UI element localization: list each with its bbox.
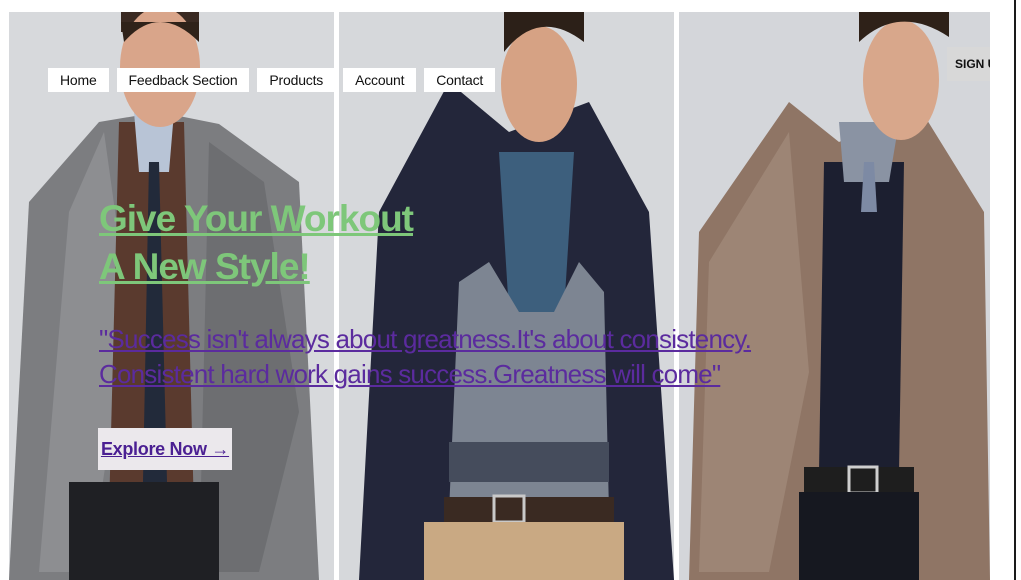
hero-photo-grey-coat [9,12,334,580]
explore-now-button[interactable]: Explore Now → [98,428,232,470]
hero-photo-navy-coat [339,12,674,580]
nav-contact[interactable]: Contact [424,68,496,92]
nav-products[interactable]: Products [257,68,336,92]
hero-quote-line-2: Consistent hard work gains success.Great… [99,359,721,389]
nav-account[interactable]: Account [343,68,417,92]
hero-quote[interactable]: "Success isn't always about greatness.It… [99,322,759,392]
window-border [1014,0,1016,580]
hero-photo-tweed-jacket [679,12,990,580]
hero-headline-line-1: Give Your Workout [99,198,414,239]
top-nav: Home Feedback Section Products Account C… [48,68,496,92]
signup-button[interactable]: SIGN U [947,47,990,81]
hero-headline[interactable]: Give Your Workout A New Style! [99,195,419,291]
hero-headline-line-2: A New Style! [99,246,311,287]
nav-feedback-section[interactable]: Feedback Section [116,68,250,92]
nav-home[interactable]: Home [48,68,109,92]
hero-quote-line-1: "Success isn't always about greatness.It… [99,324,752,354]
